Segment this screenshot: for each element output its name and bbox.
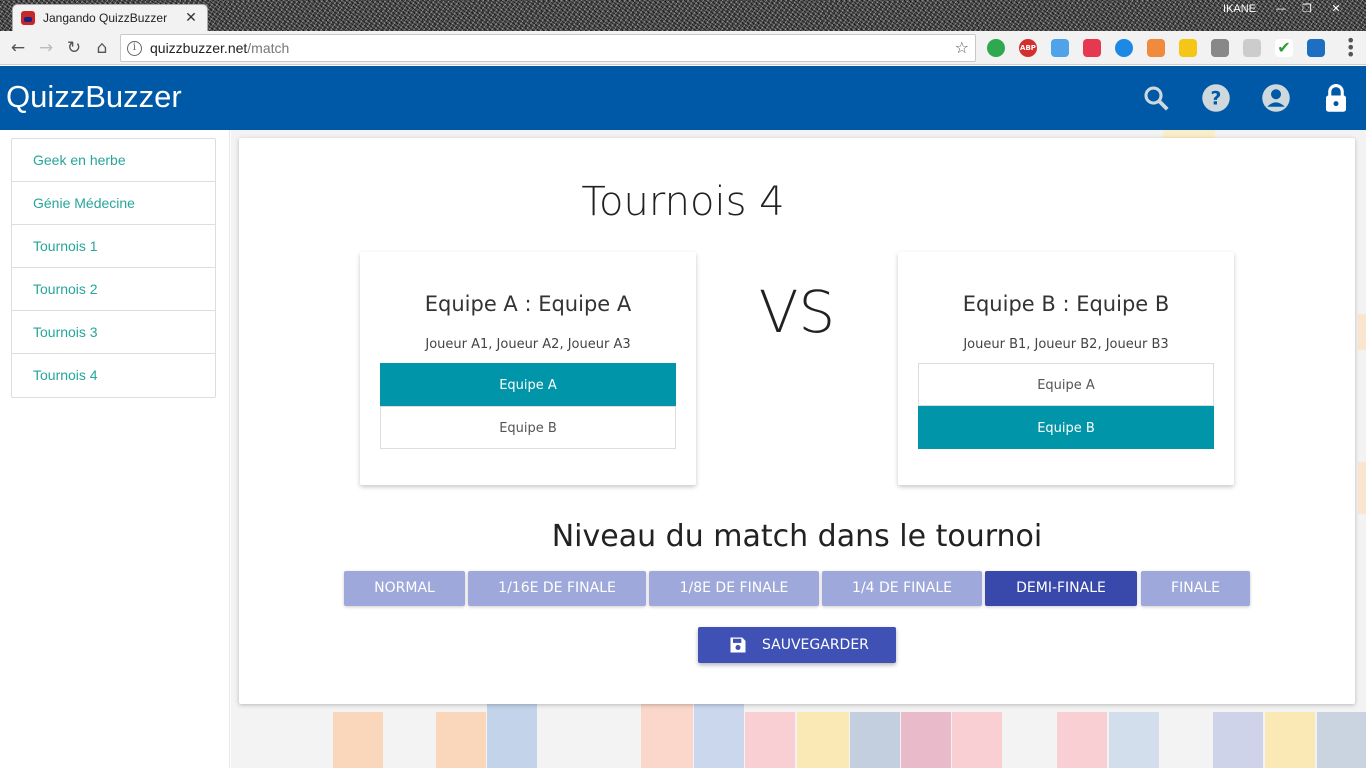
lock-icon[interactable] (1321, 83, 1351, 113)
browser-tab[interactable]: Jangando QuizzBuzzer ✕ (12, 4, 208, 31)
bg-patch (952, 712, 1002, 768)
bg-patch (1213, 712, 1263, 768)
app-brand[interactable]: QuizzBuzzer (6, 79, 182, 115)
bg-patch (901, 712, 951, 768)
bg-patch (487, 704, 537, 768)
team-b-name: Equipe B : Equipe B (962, 292, 1170, 316)
cloud-icon[interactable] (1051, 39, 1069, 57)
tournament-list: Geek en herbe Génie Médecine Tournois 1 … (11, 138, 216, 398)
bg-patch (694, 704, 744, 768)
save-button[interactable]: SAUVEGARDER (698, 627, 896, 663)
svg-text:?: ? (1211, 88, 1222, 109)
tab-title: Jangando QuizzBuzzer (43, 11, 168, 25)
eye-icon[interactable] (1115, 39, 1133, 57)
home-icon[interactable]: ⌂ (90, 36, 114, 60)
forward-icon[interactable]: → (34, 36, 58, 60)
level-button-normal[interactable]: Normal (344, 571, 465, 606)
level-button-finale[interactable]: Finale (1141, 571, 1250, 606)
bookmark-star-icon[interactable]: ☆ (955, 38, 969, 57)
window-user-label: IKANE (1222, 3, 1256, 15)
browser-titlebar: Jangando QuizzBuzzer ✕ IKANE — ❐ ✕ (0, 0, 1366, 31)
notes-icon[interactable] (1179, 39, 1197, 57)
team-a-option-equipe-a[interactable]: Equipe A (380, 363, 676, 406)
team-b-players: Joueur B1, Joueur B2, Joueur B3 (963, 337, 1169, 352)
url-host: quizzbuzzer.net (150, 40, 248, 56)
back-icon[interactable]: ← (6, 36, 30, 60)
save-button-label: SAUVEGARDER (762, 637, 869, 653)
team-a-players: Joueur A1, Joueur A2, Joueur A3 (425, 337, 631, 352)
check-icon[interactable]: ✔ (1275, 39, 1293, 57)
team-a-name: Equipe A : Equipe A (424, 292, 632, 316)
level-button-1-8[interactable]: 1/8e de finale (649, 571, 819, 606)
minimize-icon[interactable]: — (1270, 2, 1292, 16)
bg-patch (797, 712, 849, 768)
bg-patch (1057, 712, 1107, 768)
url-path: /match (247, 40, 290, 56)
adblock-icon[interactable]: ABP (1019, 39, 1037, 57)
floppy-disk-icon (730, 637, 746, 653)
team-b-card: Equipe B : Equipe B Joueur B1, Joueur B2… (898, 252, 1234, 485)
evernote-icon[interactable] (987, 39, 1005, 57)
gitlab-icon[interactable] (1147, 39, 1165, 57)
bg-patch (1317, 712, 1366, 768)
restore-icon[interactable]: ❐ (1296, 2, 1318, 16)
bg-patch (1109, 712, 1159, 768)
team-b-option-equipe-b[interactable]: Equipe B (918, 406, 1214, 449)
sidebar: Geek en herbe Génie Médecine Tournois 1 … (0, 130, 230, 768)
bg-patch (1358, 314, 1366, 350)
team-a-card: Equipe A : Equipe A Joueur A1, Joueur A2… (360, 252, 696, 485)
eyedropper-icon[interactable] (1211, 39, 1229, 57)
team-a-option-equipe-b[interactable]: Equipe B (380, 406, 676, 449)
level-button-1-16[interactable]: 1/16e de finale (468, 571, 646, 606)
level-button-demi-finale[interactable]: Demi-finale (985, 571, 1137, 606)
browser-menu-icon[interactable]: • • • (1346, 33, 1355, 63)
team-b-option-equipe-a[interactable]: Equipe A (918, 363, 1214, 406)
screencast-icon[interactable] (1083, 39, 1101, 57)
level-button-1-4[interactable]: 1/4 de finale (822, 571, 982, 606)
bg-patch (745, 712, 795, 768)
s-icon[interactable] (1307, 39, 1325, 57)
account-icon[interactable] (1261, 83, 1291, 113)
address-bar[interactable]: i quizzbuzzer.net/match ☆ (120, 34, 976, 62)
bg-patch (333, 712, 383, 768)
bg-patch (1163, 130, 1215, 138)
reload-icon[interactable]: ↻ (62, 36, 86, 60)
quizzbuzzer-favicon-icon (21, 11, 35, 25)
bg-patch (850, 712, 900, 768)
sidebar-item-tournois-3[interactable]: Tournois 3 (12, 311, 215, 354)
page-title: Tournois 4 (581, 179, 785, 225)
window-close-icon[interactable]: ✕ (1325, 2, 1347, 16)
app-header: QuizzBuzzer ? (0, 66, 1366, 130)
vs-label: VS (758, 278, 836, 346)
bg-patch (1358, 462, 1366, 514)
sidebar-item-tournois-2[interactable]: Tournois 2 (12, 268, 215, 311)
site-info-icon[interactable]: i (127, 40, 142, 56)
tab-close-icon[interactable]: ✕ (183, 10, 199, 26)
sidebar-item-geek-en-herbe[interactable]: Geek en herbe (12, 139, 215, 182)
niveau-title: Niveau du match dans le tournoi (551, 519, 1043, 554)
browser-toolbar: ← → ↻ ⌂ i quizzbuzzer.net/match ☆ ABP ✔ … (0, 31, 1366, 65)
bg-patch (436, 712, 486, 768)
sidebar-item-tournois-4[interactable]: Tournois 4 (12, 354, 215, 397)
bg-patch (1265, 712, 1315, 768)
bg-patch (641, 704, 693, 768)
sidebar-item-tournois-1[interactable]: Tournois 1 (12, 225, 215, 268)
search-icon[interactable] (1141, 83, 1171, 113)
chat-icon[interactable] (1243, 39, 1261, 57)
help-icon[interactable]: ? (1201, 83, 1231, 113)
